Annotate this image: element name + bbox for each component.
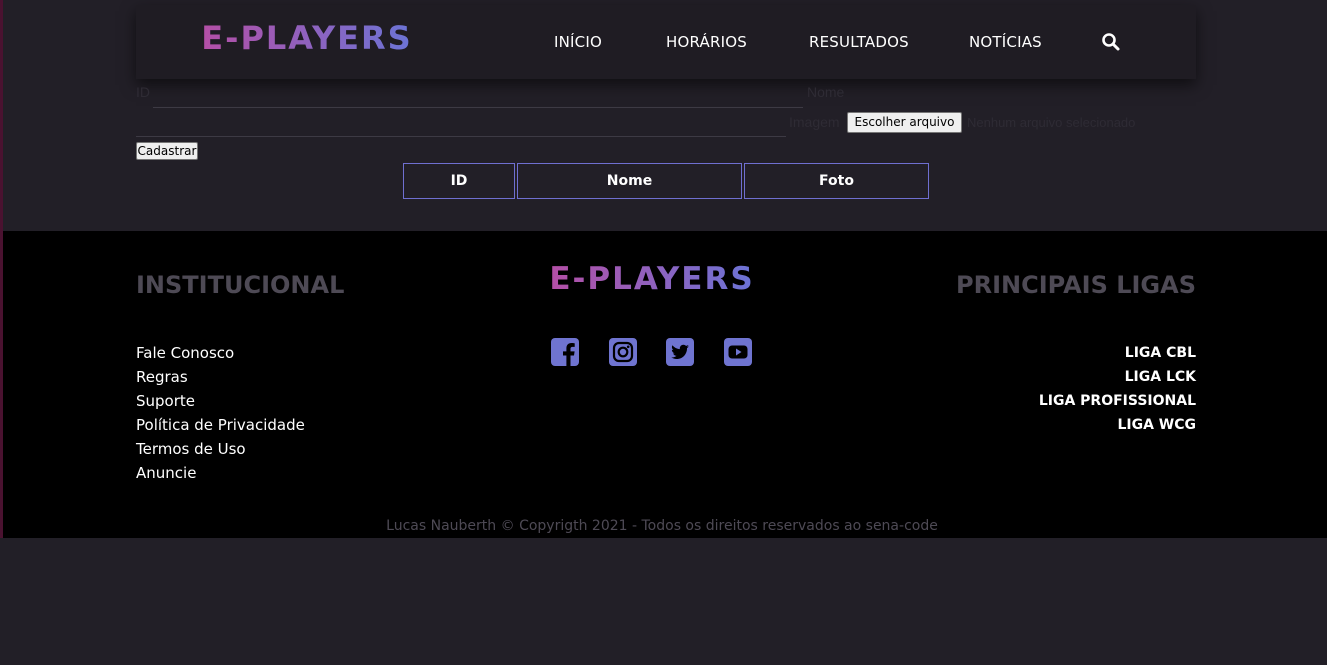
league-lck[interactable]: LIGA LCK xyxy=(1039,365,1196,389)
institutional-links: Fale Conosco Regras Suporte Política de … xyxy=(136,341,305,485)
link-regras[interactable]: Regras xyxy=(136,365,305,389)
id-label: ID xyxy=(136,84,150,100)
choose-file-button[interactable]: Escolher arquivo xyxy=(847,112,962,133)
footer-logo-wordmark: E-PLAYERS xyxy=(549,261,754,296)
league-profissional[interactable]: LIGA PROFISSIONAL xyxy=(1039,389,1196,413)
nav-noticias[interactable]: NOTÍCIAS xyxy=(969,33,1042,51)
page: E-PLAYERS INÍCIO HORÁRIOS RESULTADOS NOT… xyxy=(0,0,1327,665)
nome-label: Nome xyxy=(807,84,845,100)
search-icon[interactable] xyxy=(1101,32,1121,52)
file-status-text: Nenhum arquivo selecionado xyxy=(967,115,1136,130)
footer-logo-text: E-PLAYERS xyxy=(549,261,754,296)
logo-text: E-PLAYERS xyxy=(201,19,412,57)
institutional-heading: INSTITUCIONAL xyxy=(136,271,345,299)
nav-resultados[interactable]: RESULTADOS xyxy=(809,33,909,51)
leagues-heading: PRINCIPAIS LIGAS xyxy=(956,271,1196,299)
nav-horarios[interactable]: HORÁRIOS xyxy=(666,33,747,51)
cadastrar-button[interactable]: Cadastrar xyxy=(136,142,198,160)
logo-wordmark: E-PLAYERS xyxy=(201,19,412,57)
link-suporte[interactable]: Suporte xyxy=(136,389,305,413)
facebook-icon[interactable] xyxy=(550,337,580,367)
instagram-icon[interactable] xyxy=(608,337,638,367)
site-logo[interactable]: E-PLAYERS xyxy=(176,19,438,57)
table-header-id: ID xyxy=(403,163,515,199)
youtube-icon[interactable] xyxy=(723,337,753,367)
table-header-nome: Nome xyxy=(517,163,742,199)
link-anuncie[interactable]: Anuncie xyxy=(136,461,305,485)
id-field[interactable] xyxy=(153,80,803,108)
link-fale-conosco[interactable]: Fale Conosco xyxy=(136,341,305,365)
nome-field[interactable] xyxy=(136,110,786,137)
table-header-foto: Foto xyxy=(744,163,929,199)
twitter-icon[interactable] xyxy=(665,337,695,367)
league-wcg[interactable]: LIGA WCG xyxy=(1039,413,1196,437)
copyright-line: Lucas Nauberth © Copyrigth 2021 - Todos … xyxy=(386,518,938,534)
imagem-label: Imagem xyxy=(789,114,840,130)
leagues-list: LIGA CBL LIGA LCK LIGA PROFISSIONAL LIGA… xyxy=(1039,341,1196,437)
nav-inicio[interactable]: INÍCIO xyxy=(554,33,602,51)
site-footer: INSTITUCIONAL E-PLAYERS PRINCIPAIS LIGAS… xyxy=(3,231,1327,538)
link-politica-privacidade[interactable]: Política de Privacidade xyxy=(136,413,305,437)
link-termos-uso[interactable]: Termos de Uso xyxy=(136,437,305,461)
league-cbl[interactable]: LIGA CBL xyxy=(1039,341,1196,365)
site-header: E-PLAYERS INÍCIO HORÁRIOS RESULTADOS NOT… xyxy=(136,5,1196,79)
copyright-text: Lucas Nauberth © Copyrigth 2021 - Todos … xyxy=(3,518,1327,534)
footer-logo[interactable]: E-PLAYERS xyxy=(521,260,783,296)
